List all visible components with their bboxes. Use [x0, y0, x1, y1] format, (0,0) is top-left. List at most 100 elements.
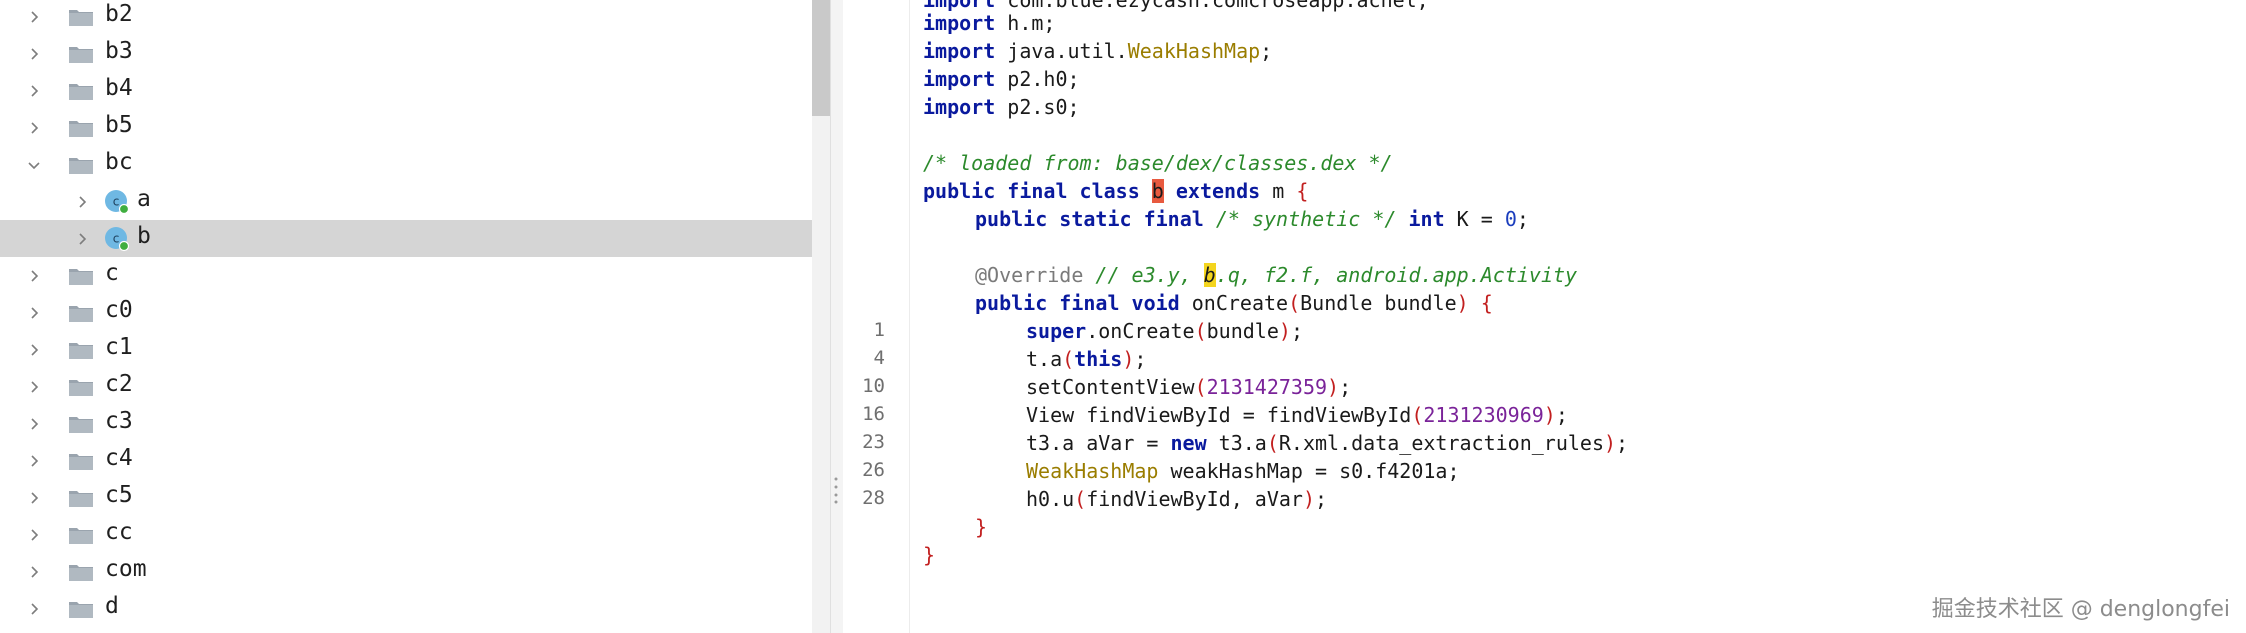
package-folder-icon — [68, 599, 94, 619]
paren: ) — [1122, 347, 1135, 371]
package-folder-icon — [68, 340, 94, 360]
tree-item-package-b4[interactable]: b4 — [0, 72, 812, 109]
comment: /* loaded from: base/dex/classes.dex */ — [923, 151, 1393, 175]
tree-item-package-c4[interactable]: c4 — [0, 442, 812, 479]
tree-scrollbar[interactable] — [812, 0, 830, 633]
code-line[interactable]: import p2.h0; — [923, 65, 1080, 93]
chevron-right-icon[interactable] — [27, 84, 41, 98]
splitter-grip-icon[interactable] — [834, 476, 838, 504]
code-line[interactable]: /* loaded from: base/dex/classes.dex */ — [923, 149, 1393, 177]
pane-splitter[interactable] — [830, 0, 844, 633]
tree-item-label: b — [137, 223, 151, 249]
chevron-right-icon[interactable] — [27, 47, 41, 61]
tree-item-package-com[interactable]: com — [0, 553, 812, 590]
package-folder-icon — [68, 266, 94, 286]
code-line[interactable]: super.onCreate(bundle); — [1026, 317, 1303, 345]
code-line[interactable]: } — [923, 541, 935, 569]
tree-item-package-c2[interactable]: c2 — [0, 368, 812, 405]
tree-item-package-d[interactable]: d — [0, 590, 812, 627]
code-line[interactable]: import p2.s0; — [923, 93, 1080, 121]
code-line[interactable]: } — [975, 513, 987, 541]
code-text: p2.h0; — [995, 67, 1080, 91]
code-line[interactable]: View findViewById = findViewById(2131230… — [1026, 401, 1568, 429]
code-line[interactable]: setContentView(2131427359); — [1026, 373, 1351, 401]
code-line[interactable]: h0.u(findViewById, aVar); — [1026, 485, 1327, 513]
tree-item-package-c0[interactable]: c0 — [0, 294, 812, 331]
tree-item-package-b2[interactable]: b2 — [0, 0, 812, 35]
chevron-right-icon[interactable] — [27, 417, 41, 431]
line-number: 1 — [873, 319, 885, 341]
code-line[interactable]: t3.a aVar = new t3.a(R.xml.data_extracti… — [1026, 429, 1628, 457]
tree-item-package-c1[interactable]: c1 — [0, 331, 812, 368]
paren: ( — [1194, 319, 1207, 343]
type-name[interactable]: WeakHashMap — [1128, 39, 1260, 63]
method-name[interactable]: onCreate — [1180, 291, 1288, 315]
line-number: 10 — [862, 375, 885, 397]
paren: ( — [1074, 487, 1087, 511]
code-line[interactable]: import h.m; — [923, 9, 1055, 37]
chevron-right-icon[interactable] — [27, 306, 41, 320]
tree-item-class-a[interactable]: ca — [0, 183, 812, 220]
tree-item-label: b5 — [105, 112, 133, 138]
tree-item-package-cc[interactable]: cc — [0, 516, 812, 553]
code-line[interactable]: public static final /* synthetic */ int … — [975, 205, 1529, 233]
chevron-down-icon[interactable] — [27, 158, 41, 172]
code-line[interactable]: @Override // e3.y, b.q, f2.f, android.ap… — [975, 261, 1577, 289]
paren: ) — [1302, 487, 1316, 511]
code-text: ; — [1516, 207, 1529, 231]
chevron-right-icon[interactable] — [27, 528, 41, 542]
brace: } — [975, 515, 988, 539]
tree-item-package-c[interactable]: c — [0, 257, 812, 294]
tree-item-package-c5[interactable]: c5 — [0, 479, 812, 516]
code-text: weakHashMap = s0.f4201a; — [1158, 459, 1460, 483]
code-line[interactable]: WeakHashMap weakHashMap = s0.f4201a; — [1026, 457, 1459, 485]
type-name[interactable]: WeakHashMap — [1026, 459, 1158, 483]
code-text: t3.a — [1206, 431, 1267, 455]
keyword: import — [923, 39, 996, 63]
chevron-right-icon[interactable] — [75, 232, 89, 246]
reference-highlight[interactable]: b — [1203, 263, 1216, 287]
chevron-right-icon[interactable] — [75, 195, 89, 209]
tree-item-label: c4 — [105, 445, 133, 471]
code-line[interactable]: import java.util.WeakHashMap; — [923, 37, 1272, 65]
code-text: R.xml.data_extraction_rules — [1278, 431, 1604, 455]
class-icon: c — [104, 226, 130, 252]
paren: ) — [1604, 431, 1617, 455]
chevron-right-icon[interactable] — [27, 10, 41, 24]
chevron-right-icon[interactable] — [27, 380, 41, 394]
code-line[interactable]: t.a(this); — [1026, 345, 1146, 373]
tree-item-label: b4 — [105, 75, 133, 101]
comment: // e3.y, — [1083, 263, 1204, 287]
class-name-highlight[interactable]: b — [1151, 179, 1164, 203]
chevron-right-icon[interactable] — [27, 454, 41, 468]
keyword: public final void — [975, 291, 1180, 315]
tree-item-label: cc — [105, 519, 133, 545]
keyword: import — [923, 11, 996, 35]
tree-item-label: c3 — [105, 408, 133, 434]
number-literal: 0 — [1504, 207, 1517, 231]
tree-item-package-b3[interactable]: b3 — [0, 35, 812, 72]
tree-item-label: c — [105, 260, 119, 286]
paren: ) — [1278, 319, 1291, 343]
tree-item-class-b[interactable]: cb — [0, 220, 812, 257]
chevron-right-icon[interactable] — [27, 491, 41, 505]
paren: ( — [1194, 375, 1207, 399]
tree-item-package-b5[interactable]: b5 — [0, 109, 812, 146]
tree-item-package-c3[interactable]: c3 — [0, 405, 812, 442]
tree-item-package-bc[interactable]: bc — [0, 146, 812, 183]
code-line[interactable]: public final void onCreate(Bundle bundle… — [975, 289, 1493, 317]
package-folder-icon — [68, 44, 94, 64]
svg-text:c: c — [113, 232, 120, 246]
chevron-right-icon[interactable] — [27, 343, 41, 357]
chevron-right-icon[interactable] — [27, 121, 41, 135]
code-editor[interactable]: import com.blue.ezycash.comcroseapp.ache… — [910, 0, 2246, 633]
package-folder-icon — [68, 155, 94, 175]
number-literal: 2131427359 — [1206, 375, 1328, 399]
paren: ( — [1288, 291, 1301, 315]
number-literal: 2131230969 — [1423, 403, 1544, 427]
chevron-right-icon[interactable] — [27, 602, 41, 616]
code-line[interactable]: public final class b extends m { — [923, 177, 1308, 205]
tree-scrollbar-thumb[interactable] — [812, 0, 830, 116]
chevron-right-icon[interactable] — [27, 269, 41, 283]
chevron-right-icon[interactable] — [27, 565, 41, 579]
